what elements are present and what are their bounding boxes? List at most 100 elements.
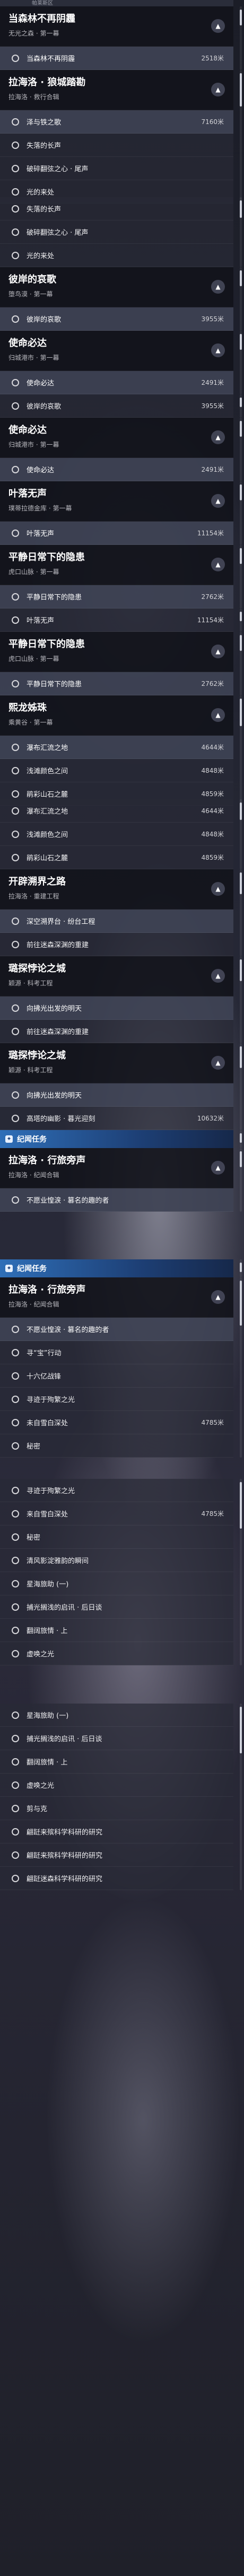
scrollbar-thumb[interactable] <box>240 10 242 25</box>
quest-item[interactable]: 当森林不再阴霾 2518米 <box>0 47 233 70</box>
quest-item[interactable]: 平静日常下的隐患 2762米 <box>0 585 233 608</box>
collapse-chevron-icon[interactable]: ▲ <box>211 343 225 357</box>
quest-group-header[interactable]: 叶落无声 璞蒂拉德金库 · 第一幕 ▲ <box>0 481 233 522</box>
quest-item[interactable]: 翩跹迷森科学科研的研究 <box>0 1867 233 1890</box>
task-category-bar[interactable]: ✦ 纪闻任务 <box>0 1259 233 1277</box>
quest-item[interactable]: 秘密 <box>0 1525 233 1549</box>
quest-item[interactable]: 星海旅助 (一) <box>0 1572 233 1595</box>
scrollbar-thumb[interactable] <box>240 200 242 218</box>
scrollbar-thumb[interactable] <box>240 1151 242 1167</box>
collapse-chevron-icon[interactable]: ▲ <box>211 83 225 96</box>
quest-item[interactable]: 瀑布汇流之地 4644米 <box>0 799 233 823</box>
quest-item[interactable]: 翻阔旅情 · 上 <box>0 1619 233 1642</box>
quest-item[interactable]: 虚唤之光 <box>0 1642 233 1665</box>
quest-item[interactable]: 翩跹来殡科学科研的研究 <box>0 1843 233 1867</box>
quest-group-header[interactable]: 璐探悖论之城 颖源 · 科考工程 ▲ <box>0 1043 233 1083</box>
scrollbar-thumb[interactable] <box>240 1281 242 1326</box>
quest-item[interactable]: 破碎翻弦之心 · 尾声 <box>0 157 233 180</box>
quest-item[interactable]: 翻阔旅情 · 上 <box>0 1750 233 1774</box>
scrollbar-thumb[interactable] <box>240 421 242 437</box>
quest-item[interactable]: 使命必达 2491米 <box>0 371 233 394</box>
quest-item[interactable]: 破碎翻弦之心 · 尾声 <box>0 220 233 244</box>
quest-item[interactable]: 叶落无声 11154米 <box>0 608 233 632</box>
scrollbar-thumb[interactable] <box>240 548 242 564</box>
scrollbar-thumb[interactable] <box>240 959 242 981</box>
quest-item[interactable]: 前往迷森深渊的重建 <box>0 933 233 956</box>
quest-group-header[interactable]: 开辟溯界之路 拉海洛 · 重建工程 ▲ <box>0 869 233 910</box>
quest-group-header[interactable]: 平静日常下的隐患 虎口山脉 · 第一幕 ▲ <box>0 632 233 672</box>
quest-item[interactable]: 十六亿战锋 <box>0 1364 233 1388</box>
scrollbar-thumb[interactable] <box>240 802 242 820</box>
collapse-chevron-icon[interactable]: ▲ <box>211 280 225 294</box>
scrollbar-thumb[interactable] <box>240 484 242 500</box>
quest-item[interactable]: 未自雪白深处 4785米 <box>0 1411 233 1434</box>
quest-group-header[interactable]: 拉海洛 · 行旅旁声 拉海洛 · 纪闻合辑 ▲ <box>0 1148 233 1188</box>
quest-item[interactable]: 泽与铁之歌 7160米 <box>0 110 233 134</box>
collapse-chevron-icon[interactable]: ▲ <box>211 645 225 658</box>
quest-item[interactable]: 寻“宝”行动 <box>0 1341 233 1364</box>
quest-group-header[interactable]: 熙龙姊珠 乘黄谷 · 第一幕 ▲ <box>0 695 233 736</box>
quest-item[interactable]: 浅滩颜色之间 4848米 <box>0 823 233 846</box>
collapse-chevron-icon[interactable]: ▲ <box>211 19 225 33</box>
collapse-chevron-icon[interactable]: ▲ <box>211 882 225 896</box>
scrollbar-thumb[interactable] <box>240 612 242 621</box>
quest-item[interactable]: 前往迷森深渊的重建 <box>0 1020 233 1043</box>
quest-item[interactable]: 深空溯界台 · 纷台工程 <box>0 910 233 933</box>
quest-item[interactable]: 捕光搁浅的启讯 · 后日谈 <box>0 1727 233 1750</box>
scrollbar-thumb[interactable] <box>240 1133 242 1143</box>
quest-item[interactable]: 不愿业惶涙 · 篡名的趣的者 <box>0 1188 233 1212</box>
collapse-chevron-icon[interactable]: ▲ <box>211 1056 225 1070</box>
quest-item[interactable]: 叶落无声 11154米 <box>0 522 233 545</box>
scrollbar-thumb[interactable] <box>240 1046 242 1068</box>
collapse-chevron-icon[interactable]: ▲ <box>211 708 225 722</box>
collapse-chevron-icon[interactable]: ▲ <box>211 558 225 571</box>
quest-item[interactable]: 向拂光出发的明天 <box>0 1083 233 1107</box>
quest-item[interactable]: 虚唤之光 <box>0 1774 233 1797</box>
quest-group-header[interactable]: 璐探悖论之城 颖源 · 科考工程 ▲ <box>0 956 233 996</box>
quest-group-header[interactable]: 拉海洛 · 行旅旁声 拉海洛 · 纪闻合辑 ▲ <box>0 1277 233 1318</box>
quest-item[interactable]: 失落的长声 <box>0 134 233 157</box>
quest-item[interactable]: 失落的长声 <box>0 197 233 220</box>
quest-item[interactable]: 鹃彩山石之麓 4859米 <box>0 846 233 869</box>
scrollbar-thumb[interactable] <box>240 270 242 286</box>
quest-item[interactable]: 浅滩颜色之间 4848米 <box>0 759 233 782</box>
quest-item[interactable]: 来自雪白深处 4785米 <box>0 1502 233 1525</box>
quest-group-header[interactable]: 使命必达 归城港市 · 第一幕 ▲ <box>0 418 233 458</box>
quest-group-header[interactable]: 平静日常下的隐患 虎口山脉 · 第一幕 ▲ <box>0 545 233 585</box>
quest-group-header[interactable]: 使命必达 归城港市 · 第一幕 ▲ <box>0 331 233 371</box>
quest-group-header[interactable]: 彼岸的哀歌 堕鸟漠 · 第一幕 ▲ <box>0 267 233 307</box>
quest-group-header[interactable]: 当森林不再阴霾 无光之森 · 第一幕 ▲ <box>0 6 233 47</box>
quest-item[interactable]: 瀑布汇流之地 4644米 <box>0 736 233 759</box>
collapse-chevron-icon[interactable]: ▲ <box>211 969 225 983</box>
scrollbar-thumb[interactable] <box>240 334 242 350</box>
quest-item[interactable]: 使命必达 2491米 <box>0 458 233 481</box>
quest-item[interactable]: 翩跹来殡科学科研的研究 <box>0 1820 233 1843</box>
quest-item[interactable]: 寻迹于殉繁之光 <box>0 1388 233 1411</box>
collapse-chevron-icon[interactable]: ▲ <box>211 430 225 444</box>
quest-item[interactable]: 剪与克 <box>0 1797 233 1820</box>
quest-item[interactable]: 向拂光出发的明天 <box>0 996 233 1020</box>
collapse-chevron-icon[interactable]: ▲ <box>211 1290 225 1304</box>
scrollbar-thumb[interactable] <box>240 398 242 407</box>
quest-item[interactable]: 秘密 <box>0 1434 233 1458</box>
quest-item[interactable]: 光的来处 <box>0 244 233 267</box>
quest-item[interactable]: 彼岸的哀歌 3955米 <box>0 394 233 418</box>
task-category-bar[interactable]: ✦ 纪闻任务 <box>0 1130 233 1148</box>
scrollbar-thumb[interactable] <box>240 1482 242 1529</box>
quest-group-header[interactable]: 拉海洛 · 狼城踏勘 拉海洛 · 救行合辑 ▲ <box>0 70 233 110</box>
quest-item[interactable]: 捕光搁浅的启讯 · 后日谈 <box>0 1595 233 1619</box>
quest-item[interactable]: 寻迹于殉繁之光 <box>0 1479 233 1502</box>
collapse-chevron-icon[interactable]: ▲ <box>211 494 225 508</box>
quest-item[interactable]: 清风影淀雅韵的瞬间 <box>0 1549 233 1572</box>
scrollbar-thumb[interactable] <box>240 1263 242 1272</box>
scrollbar-thumb[interactable] <box>240 699 242 726</box>
collapse-chevron-icon[interactable]: ▲ <box>211 1161 225 1175</box>
quest-item[interactable]: 不愿业惶涙 · 篡名的趣的者 <box>0 1318 233 1341</box>
scrollbar-thumb[interactable] <box>240 872 242 894</box>
scrollbar-thumb[interactable] <box>240 1707 242 1753</box>
quest-item[interactable]: 彼岸的哀歌 3955米 <box>0 307 233 331</box>
scrollbar-thumb[interactable] <box>240 635 242 651</box>
quest-item[interactable]: 星海旅助 (一) <box>0 1704 233 1727</box>
quest-item[interactable]: 平静日常下的隐患 2762米 <box>0 672 233 695</box>
scrollbar-thumb[interactable] <box>240 73 242 107</box>
